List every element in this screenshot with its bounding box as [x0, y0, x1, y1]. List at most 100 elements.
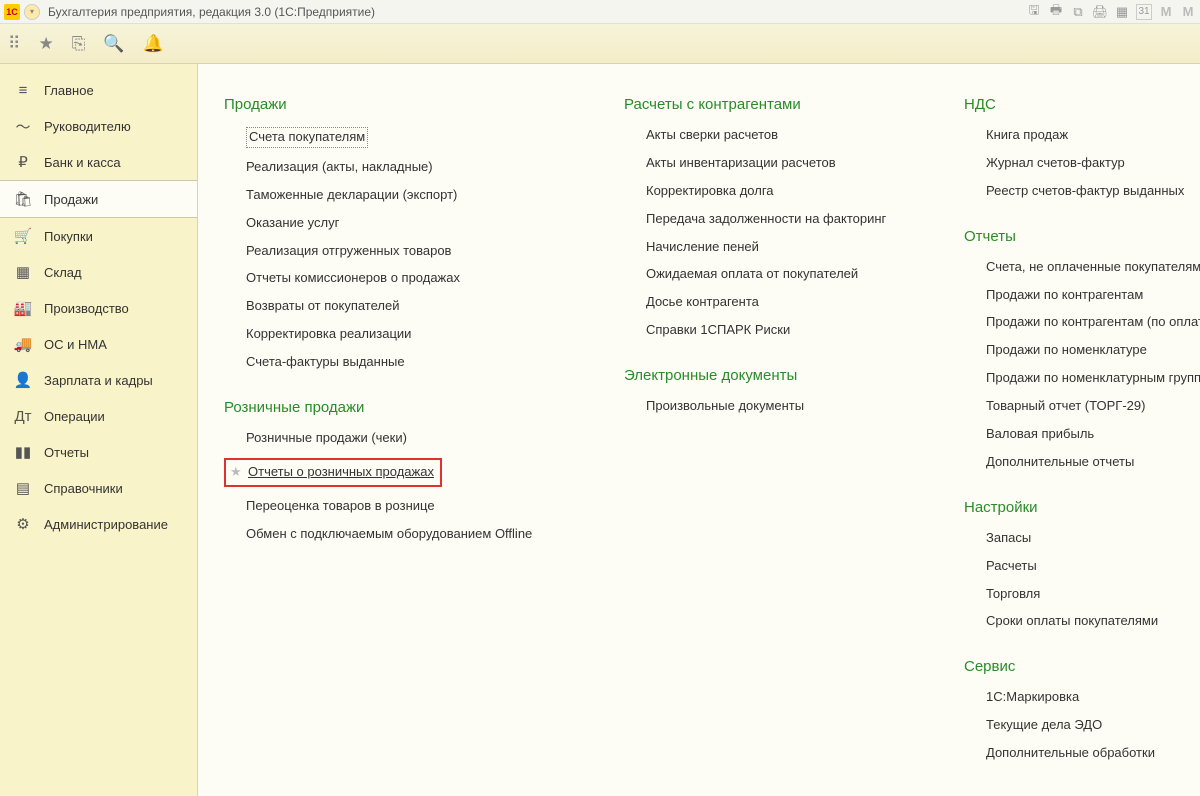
sidebar-icon-7: 🚚 — [14, 335, 32, 353]
section-retail-list: Розничные продажи (чеки) ★Отчеты о рознич… — [224, 430, 564, 543]
sidebar-icon-2: ₽ — [14, 153, 32, 171]
sidebar-item-3[interactable]: 🛍Продажи — [0, 180, 197, 218]
m2-icon[interactable]: M — [1180, 4, 1196, 20]
section-service-title: Сервис — [964, 658, 1200, 675]
link-item[interactable]: Счета-фактуры выданные — [246, 354, 564, 371]
link-item[interactable]: Сроки оплаты покупателями — [986, 613, 1200, 630]
sidebar-label-5: Склад — [44, 265, 82, 280]
sidebar-label-11: Справочники — [44, 481, 123, 496]
link-item[interactable]: Дополнительные отчеты — [986, 454, 1200, 471]
sidebar-item-1[interactable]: 〜 Руководителю — [0, 108, 197, 144]
sidebar-item-6[interactable]: 🏭Производство — [0, 290, 197, 326]
link-item[interactable]: Продажи по контрагентам (по оплате) — [986, 314, 1200, 331]
link-item[interactable]: Обмен с подключаемым оборудованием Offli… — [246, 526, 564, 543]
sidebar-item-7[interactable]: 🚚ОС и НМА — [0, 326, 197, 362]
app-dropdown-icon[interactable]: ▾ — [24, 4, 40, 20]
link-item[interactable]: Справки 1СПАРК Риски — [646, 322, 904, 339]
toolbar: ⠿ ★ ⎘ 🔍 🔔 — [0, 24, 1200, 64]
sidebar-label-1: Руководителю — [44, 119, 131, 134]
content-area: Продажи Счета покупателямРеализация (акт… — [198, 64, 1200, 796]
link-item[interactable]: Таможенные декларации (экспорт) — [246, 187, 564, 204]
sidebar-icon-6: 🏭 — [14, 299, 32, 317]
clipboard-icon[interactable]: ⎘ — [72, 34, 86, 54]
sidebar-item-0[interactable]: ≡Главное — [0, 72, 197, 108]
sidebar-item-11[interactable]: ▤ Справочники — [0, 470, 197, 506]
sidebar-icon-10: ▮▮ — [14, 443, 32, 461]
sidebar-icon-0: ≡ — [14, 81, 32, 99]
link-item[interactable]: Продажи по номенклатурным группам — [986, 370, 1200, 387]
print-icon[interactable]: 🖶 — [1048, 4, 1064, 20]
link-item[interactable]: Дополнительные обработки — [986, 745, 1200, 762]
sidebar-label-9: Операции — [44, 409, 105, 424]
link-item[interactable]: Переоценка товаров в рознице — [246, 498, 564, 515]
link-item[interactable]: Корректировка реализации — [246, 326, 564, 343]
link-item[interactable]: Корректировка долга — [646, 183, 904, 200]
link-item[interactable]: Произвольные документы — [646, 398, 904, 415]
logo-1c-icon: 1C — [4, 4, 20, 20]
link-item[interactable]: Валовая прибыль — [986, 426, 1200, 443]
bell-icon[interactable]: 🔔 — [142, 34, 163, 54]
sidebar-item-4[interactable]: 🛒Покупки — [0, 218, 197, 254]
link-item[interactable]: Продажи по номенклатуре — [986, 342, 1200, 359]
link-item[interactable]: Досье контрагента — [646, 294, 904, 311]
section-settlements-title: Расчеты с контрагентами — [624, 96, 904, 113]
sidebar-icon-11: ▤ — [14, 479, 32, 497]
section-settings-list: Запасы Расчеты Торговля Сроки оплаты покупа… — [964, 530, 1200, 631]
sidebar-item-5[interactable]: ▦ Склад — [0, 254, 197, 290]
sidebar-item-8[interactable]: 👤Зарплата и кадры — [0, 362, 197, 398]
sidebar-label-8: Зарплата и кадры — [44, 373, 153, 388]
link-item[interactable]: Отчеты комиссионеров о продажах — [246, 270, 564, 287]
print2-icon[interactable]: 🖨 — [1092, 4, 1108, 20]
link-item[interactable]: Счета покупателям — [246, 127, 368, 148]
link-item[interactable]: Начисление пеней — [646, 239, 904, 256]
sidebar-item-9[interactable]: Дт Операции — [0, 398, 197, 434]
calendar-icon[interactable]: ▦ — [1114, 4, 1130, 20]
link-item[interactable]: Ожидаемая оплата от покупателей — [646, 266, 904, 283]
sidebar-item-10[interactable]: ▮▮ Отчеты — [0, 434, 197, 470]
link-item[interactable]: 1С:Маркировка — [986, 689, 1200, 706]
link-item[interactable]: Книга продаж — [986, 127, 1200, 144]
titlebar-tools: 🖫 🖶 ⧉ 🖨 ▦ 31 M M — [1026, 4, 1196, 20]
link-item[interactable]: Торговля — [986, 586, 1200, 603]
sidebar-label-2: Банк и касса — [44, 155, 121, 170]
link-item[interactable]: Возвраты от покупателей — [246, 298, 564, 315]
link-item[interactable]: Розничные продажи (чеки) — [246, 430, 564, 447]
search-icon[interactable]: 🔍 — [103, 34, 124, 54]
link-item[interactable]: Продажи по контрагентам — [986, 287, 1200, 304]
link-item[interactable]: ★Отчеты о розничных продажах — [224, 458, 442, 487]
link-item[interactable]: Товарный отчет (ТОРГ-29) — [986, 398, 1200, 415]
m1-icon[interactable]: M — [1158, 4, 1174, 20]
link-item[interactable]: Акты инвентаризации расчетов — [646, 155, 904, 172]
sidebar-icon-1: 〜 — [14, 117, 32, 135]
section-vat-list: Книга продаж Журнал счетов-фактур Реестр с… — [964, 127, 1200, 200]
link-item[interactable]: Журнал счетов-фактур — [986, 155, 1200, 172]
sidebar-icon-5: ▦ — [14, 263, 32, 281]
sidebar-item-2[interactable]: ₽ Банк и касса — [0, 144, 197, 180]
date-icon[interactable]: 31 — [1136, 4, 1152, 20]
sidebar-label-12: Администрирование — [44, 517, 168, 532]
sidebar-icon-9: Дт — [14, 407, 32, 425]
sidebar-icon-4: 🛒 — [14, 227, 32, 245]
apps-icon[interactable]: ⠿ — [8, 34, 20, 54]
link-item[interactable]: Расчеты — [986, 558, 1200, 575]
link-item[interactable]: Текущие дела ЭДО — [986, 717, 1200, 734]
link-label: Отчеты о розничных продажах — [248, 464, 434, 479]
link-item[interactable]: Акты сверки расчетов — [646, 127, 904, 144]
star-icon[interactable]: ★ — [38, 34, 53, 54]
save-icon[interactable]: 🖫 — [1026, 4, 1042, 20]
compare-icon[interactable]: ⧉ — [1070, 4, 1086, 20]
link-item[interactable]: Передача задолженности на факторинг — [646, 211, 904, 228]
link-item[interactable]: Запасы — [986, 530, 1200, 547]
sidebar-icon-12: ⚙ — [14, 515, 32, 533]
sidebar-item-12[interactable]: ⚙ Администрирование — [0, 506, 197, 542]
section-service-list: 1С:Маркировка Текущие дела ЭДО Дополнитель… — [964, 689, 1200, 762]
section-settings-title: Настройки — [964, 499, 1200, 516]
link-item[interactable]: Оказание услуг — [246, 215, 564, 232]
link-item[interactable]: Реестр счетов-фактур выданных — [986, 183, 1200, 200]
link-item[interactable]: Счета, не оплаченные покупателями — [986, 259, 1200, 276]
section-retail-title: Розничные продажи — [224, 399, 564, 416]
link-item[interactable]: Реализация отгруженных товаров — [246, 243, 564, 260]
sidebar-label-10: Отчеты — [44, 445, 89, 460]
link-item[interactable]: Реализация (акты, накладные) — [246, 159, 564, 176]
titlebar: 1C ▾ Бухгалтерия предприятия, редакция 3… — [0, 0, 1200, 24]
